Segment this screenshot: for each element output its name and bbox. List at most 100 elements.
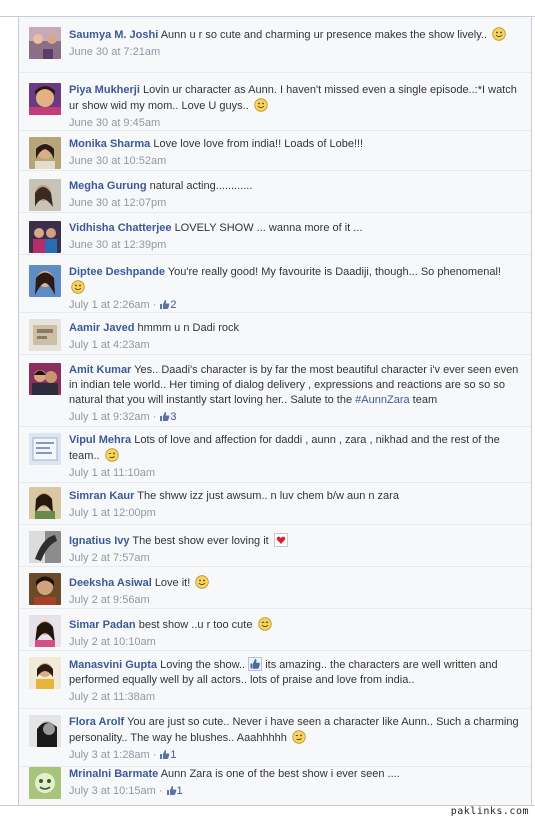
comment-meta: June 30 at 12:39pm [69, 238, 519, 253]
comment-body: Saumya M. Joshi Aunn u r so cute and cha… [69, 27, 519, 60]
avatar[interactable] [29, 363, 61, 395]
comment-item: Ignatius Ivy The best show ever loving i… [19, 525, 531, 567]
comment-body: Manasvini Gupta Loving the show.. its am… [69, 657, 519, 705]
avatar[interactable] [29, 767, 61, 799]
comment-body: Ignatius Ivy The best show ever loving i… [69, 533, 519, 566]
avatar[interactable] [29, 487, 61, 519]
comment-author[interactable]: Diptee Deshpande [69, 266, 165, 278]
comment-author[interactable]: Amit Kumar [69, 364, 131, 376]
comment-author[interactable]: Simar Padan [69, 619, 136, 631]
comment-timestamp[interactable]: June 30 at 7:21am [69, 46, 160, 58]
comment-timestamp[interactable]: July 2 at 11:38am [69, 691, 155, 703]
comment-timestamp[interactable]: July 2 at 9:56am [69, 594, 150, 606]
comment-meta: July 2 at 11:38am [69, 690, 519, 705]
meta-separator: · [158, 785, 163, 797]
comment-item: Manasvini Gupta Loving the show.. its am… [19, 651, 531, 709]
comment-author[interactable]: Flora Arolf [69, 716, 124, 728]
comment-text: Love love love from india!! Loads of Lob… [153, 138, 364, 150]
comment-body: Vidhisha Chatterjee LOVELY SHOW ... wann… [69, 221, 519, 253]
avatar[interactable] [29, 433, 61, 465]
comment-item: Simran Kaur The shww izz just awsum.. n … [19, 483, 531, 525]
avatar[interactable] [29, 179, 61, 211]
comment-timestamp[interactable]: July 2 at 7:57am [69, 552, 150, 564]
comment-author[interactable]: Manasvini Gupta [69, 659, 157, 671]
comment-text: Loving the show.. [160, 659, 246, 671]
comment-text: Lots of love and affection for daddi , a… [69, 434, 500, 462]
comment-author[interactable]: Vipul Mehra [69, 434, 131, 446]
comment-item: Saumya M. Joshi Aunn u r so cute and cha… [19, 17, 531, 73]
comment-item: Deeksha Asiwal Love it! July 2 at 9:56am [19, 567, 531, 609]
comment-author[interactable]: Vidhisha Chatterjee [69, 222, 172, 234]
avatar[interactable] [29, 657, 61, 689]
avatar[interactable] [29, 27, 61, 59]
smiley-icon [71, 280, 85, 294]
like-count[interactable]: 1 [177, 785, 183, 797]
comment-text: natural acting............ [149, 180, 253, 192]
comment-author[interactable]: Mrinalni Barmate [69, 768, 158, 780]
thumbs-up-icon[interactable] [159, 411, 170, 422]
comment-body: Mrinalni Barmate Aunn Zara is one of the… [69, 767, 519, 799]
smiley-icon [492, 27, 506, 41]
comment-author[interactable]: Monika Sharma [69, 138, 150, 150]
comment-item: Diptee Deshpande You're really good! My … [19, 255, 531, 313]
comment-timestamp[interactable]: July 3 at 1:28am [69, 749, 150, 761]
comment-timestamp[interactable]: June 30 at 9:45am [69, 117, 160, 129]
avatar[interactable] [29, 615, 61, 647]
comment-item: Aamir Javed hmmm u n Dadi rock July 1 at… [19, 313, 531, 355]
comment-meta: July 1 at 11:10am [69, 466, 519, 481]
smiley-icon [195, 575, 210, 589]
comment-body: Monika Sharma Love love love from india!… [69, 137, 519, 169]
smiley-icon [254, 98, 268, 112]
like-count[interactable]: 1 [170, 749, 176, 761]
meta-separator: · [152, 749, 157, 761]
comment-timestamp[interactable]: July 1 at 9:32am [69, 411, 150, 423]
comment-timestamp[interactable]: July 1 at 12:00pm [69, 507, 156, 519]
hashtag-link[interactable]: #AunnZara [355, 394, 409, 406]
comment-text: Yes.. Daadi's character is by far the mo… [69, 364, 519, 406]
comment-item: Piya Mukherji Lovin ur character as Aunn… [19, 73, 531, 131]
avatar[interactable] [29, 83, 61, 115]
comment-text: You're really good! My favourite is Daad… [167, 266, 501, 278]
avatar[interactable] [29, 221, 61, 253]
comment-feed: Saumya M. Joshi Aunn u r so cute and cha… [19, 17, 531, 805]
comment-item: Flora Arolf You are just so cute.. Never… [19, 709, 531, 767]
comment-timestamp[interactable]: July 1 at 4:23am [69, 339, 150, 351]
thumbs-up-icon[interactable] [166, 785, 177, 796]
comment-timestamp[interactable]: June 30 at 10:52am [69, 155, 166, 167]
comment-author[interactable]: Megha Gurung [69, 180, 147, 192]
thumbs-up-icon[interactable] [159, 299, 170, 310]
comment-author[interactable]: Simran Kaur [69, 490, 134, 502]
comment-body: Aamir Javed hmmm u n Dadi rock July 1 at… [69, 321, 519, 353]
comment-timestamp[interactable]: July 1 at 2:26am [69, 299, 150, 311]
comment-author[interactable]: Piya Mukherji [69, 84, 140, 96]
comment-timestamp[interactable]: June 30 at 12:07pm [69, 197, 166, 209]
comment-text-after: team [412, 394, 438, 406]
comment-body: Vipul Mehra Lots of love and affection f… [69, 433, 519, 481]
comment-author[interactable]: Ignatius Ivy [69, 535, 130, 547]
like-count[interactable]: 3 [170, 411, 176, 423]
comment-timestamp[interactable]: July 2 at 10:10am [69, 636, 156, 648]
avatar[interactable] [29, 531, 61, 563]
comment-meta: July 2 at 9:56am [69, 593, 519, 608]
comment-body: Simran Kaur The shww izz just awsum.. n … [69, 489, 519, 521]
comment-author[interactable]: Saumya M. Joshi [69, 29, 158, 41]
avatar[interactable] [29, 137, 61, 169]
avatar[interactable] [29, 265, 61, 297]
comment-text: The best show ever loving it [132, 535, 269, 547]
comment-timestamp[interactable]: June 30 at 12:39pm [69, 239, 166, 251]
comment-item: Vidhisha Chatterjee LOVELY SHOW ... wann… [19, 213, 531, 255]
comment-timestamp[interactable]: July 3 at 10:15am [69, 785, 156, 797]
comment-item: Amit Kumar Yes.. Daadi's character is by… [19, 355, 531, 427]
thumbs-up-icon[interactable] [159, 749, 170, 760]
avatar[interactable] [29, 715, 61, 747]
like-count[interactable]: 2 [170, 299, 176, 311]
avatar[interactable] [29, 319, 61, 351]
comment-author[interactable]: Aamir Javed [69, 322, 134, 334]
comment-meta: July 3 at 10:15am · 1 [69, 784, 519, 799]
avatar[interactable] [29, 573, 61, 605]
thumbs-up-icon [248, 657, 263, 671]
comment-meta: July 1 at 4:23am [69, 338, 519, 353]
comment-timestamp[interactable]: July 1 at 11:10am [69, 467, 155, 479]
comment-author[interactable]: Deeksha Asiwal [69, 577, 152, 589]
comment-meta: June 30 at 12:07pm [69, 196, 519, 211]
